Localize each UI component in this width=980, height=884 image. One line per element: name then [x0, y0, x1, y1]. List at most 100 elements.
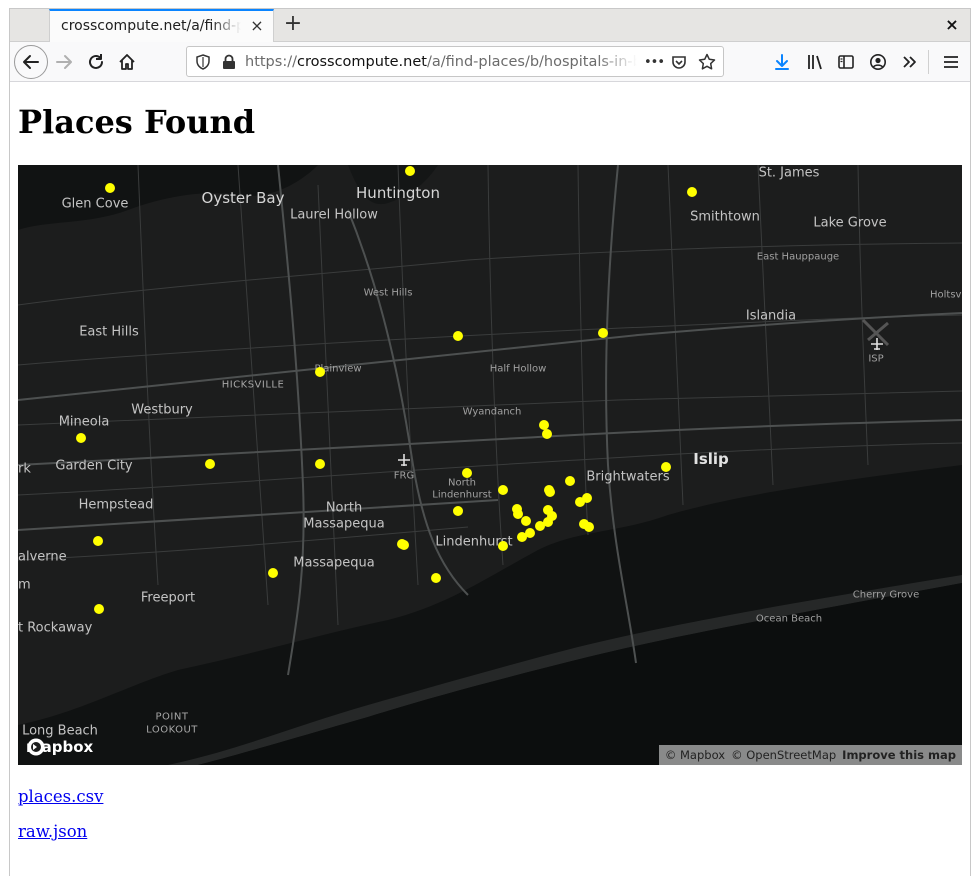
url-host: crosscompute.net	[296, 54, 427, 70]
download-icon	[775, 54, 789, 70]
place-marker[interactable]	[598, 328, 608, 338]
map-label: FRG	[393, 470, 415, 482]
new-tab-button[interactable]: +	[281, 12, 305, 36]
place-marker[interactable]	[315, 459, 325, 469]
map-label: Lindenhurst	[432, 489, 492, 501]
place-marker[interactable]	[542, 429, 552, 439]
map-label: Massapequa	[293, 555, 375, 571]
map-label: Islip	[693, 450, 729, 468]
url-text[interactable]: https://crosscompute.net/a/find-places/b…	[245, 54, 637, 70]
address-bar[interactable]: https://crosscompute.net/a/find-places/b…	[186, 46, 724, 77]
map-label: Holtsvil	[930, 289, 962, 301]
hamburger-icon	[944, 56, 958, 68]
back-button[interactable]	[14, 45, 48, 79]
lock-icon[interactable]	[219, 52, 239, 72]
map-label: m	[18, 577, 31, 593]
toolbar-divider	[928, 50, 929, 74]
place-marker[interactable]	[584, 522, 594, 532]
map-label: Smithtown	[690, 209, 760, 225]
place-marker[interactable]	[498, 485, 508, 495]
reload-button[interactable]	[81, 47, 111, 77]
pocket-icon[interactable]	[669, 52, 689, 72]
forward-arrow-icon	[56, 55, 72, 69]
place-marker[interactable]	[105, 183, 115, 193]
account-button[interactable]	[863, 47, 893, 77]
map-label: St. James	[758, 165, 820, 181]
shield-icon[interactable]	[193, 52, 213, 72]
download-button[interactable]	[767, 47, 797, 77]
map-label: West Hills	[363, 287, 413, 299]
place-marker[interactable]	[453, 331, 463, 341]
place-marker[interactable]	[315, 367, 325, 377]
account-icon	[870, 54, 886, 70]
map-label: Wyandanch	[462, 406, 522, 418]
sidebar-icon	[838, 55, 854, 69]
place-marker[interactable]	[462, 468, 472, 478]
mapbox-logo[interactable]: mapbox	[26, 737, 93, 757]
airport-icon	[398, 454, 410, 466]
place-marker[interactable]	[661, 462, 671, 472]
map-label: Huntington	[356, 184, 440, 202]
map-label: Lake Grove	[813, 215, 887, 231]
map-label: Garden City	[55, 458, 133, 474]
map-label: alverne	[18, 549, 67, 565]
home-icon	[119, 54, 135, 70]
map-label: HICKSVILLE	[221, 379, 285, 391]
tab-strip: crosscompute.net/a/find-places/b/hospita…	[10, 9, 970, 42]
attribution-mapbox-link[interactable]: © Mapbox	[665, 748, 725, 762]
tab-active[interactable]: crosscompute.net/a/find-places/b/hospita…	[49, 9, 274, 42]
menu-button[interactable]	[936, 47, 966, 77]
home-button[interactable]	[112, 47, 142, 77]
star-icon[interactable]	[697, 52, 717, 72]
place-marker[interactable]	[399, 540, 409, 550]
map-label: Islandia	[745, 308, 797, 324]
reload-icon	[89, 54, 103, 69]
place-marker[interactable]	[453, 506, 463, 516]
library-button[interactable]	[800, 47, 830, 77]
tab-title: crosscompute.net/a/find-places/b/hospita…	[61, 18, 241, 34]
place-marker[interactable]	[93, 536, 103, 546]
map-label: Laurel Hollow	[290, 207, 378, 223]
back-arrow-icon	[23, 55, 39, 69]
map-label: East Hills	[79, 324, 139, 340]
attribution-osm-link[interactable]: © OpenStreetMap	[731, 748, 836, 762]
forward-button[interactable]	[49, 47, 79, 77]
map[interactable]: Oyster Bay Huntington Glen Cove Laurel H…	[18, 165, 962, 765]
window-close-button[interactable]: ×	[942, 14, 962, 36]
map-label: Brightwaters	[586, 469, 670, 485]
place-marker[interactable]	[498, 541, 508, 551]
place-marker[interactable]	[205, 459, 215, 469]
place-marker[interactable]	[405, 166, 415, 176]
place-marker[interactable]	[517, 532, 527, 542]
place-marker[interactable]	[94, 604, 104, 614]
map-label: North	[448, 477, 476, 489]
place-marker[interactable]	[76, 433, 86, 443]
map-label: Half Hollow	[489, 363, 547, 375]
page-content: Places Found Oyster Bay Huntington Glen …	[10, 83, 970, 876]
raw-json-link[interactable]: raw.json	[18, 822, 87, 841]
sidebar-button[interactable]	[831, 47, 861, 77]
airport-icon	[871, 338, 883, 350]
place-marker[interactable]	[565, 476, 575, 486]
overflow-button[interactable]	[895, 47, 925, 77]
place-marker[interactable]	[521, 516, 531, 526]
tab-close-icon[interactable]: ×	[248, 17, 266, 35]
map-label: Westbury	[131, 402, 193, 418]
url-scheme: https://	[245, 54, 297, 70]
place-marker[interactable]	[575, 497, 585, 507]
place-marker[interactable]	[687, 187, 697, 197]
place-marker[interactable]	[545, 487, 555, 497]
page-actions-button[interactable]: •••	[642, 52, 666, 72]
place-marker[interactable]	[268, 568, 278, 578]
place-marker[interactable]	[535, 521, 545, 531]
map-label: North	[325, 500, 363, 516]
places-csv-link[interactable]: places.csv	[18, 787, 103, 806]
map-label: Hempstead	[78, 497, 154, 513]
map-label: Glen Cove	[61, 196, 129, 212]
chevrons-icon	[903, 56, 916, 68]
library-icon	[808, 55, 822, 70]
improve-map-link[interactable]: Improve this map	[842, 748, 956, 762]
page-title: Places Found	[18, 103, 256, 141]
map-label: LOOKOUT	[146, 724, 198, 736]
place-marker[interactable]	[431, 573, 441, 583]
